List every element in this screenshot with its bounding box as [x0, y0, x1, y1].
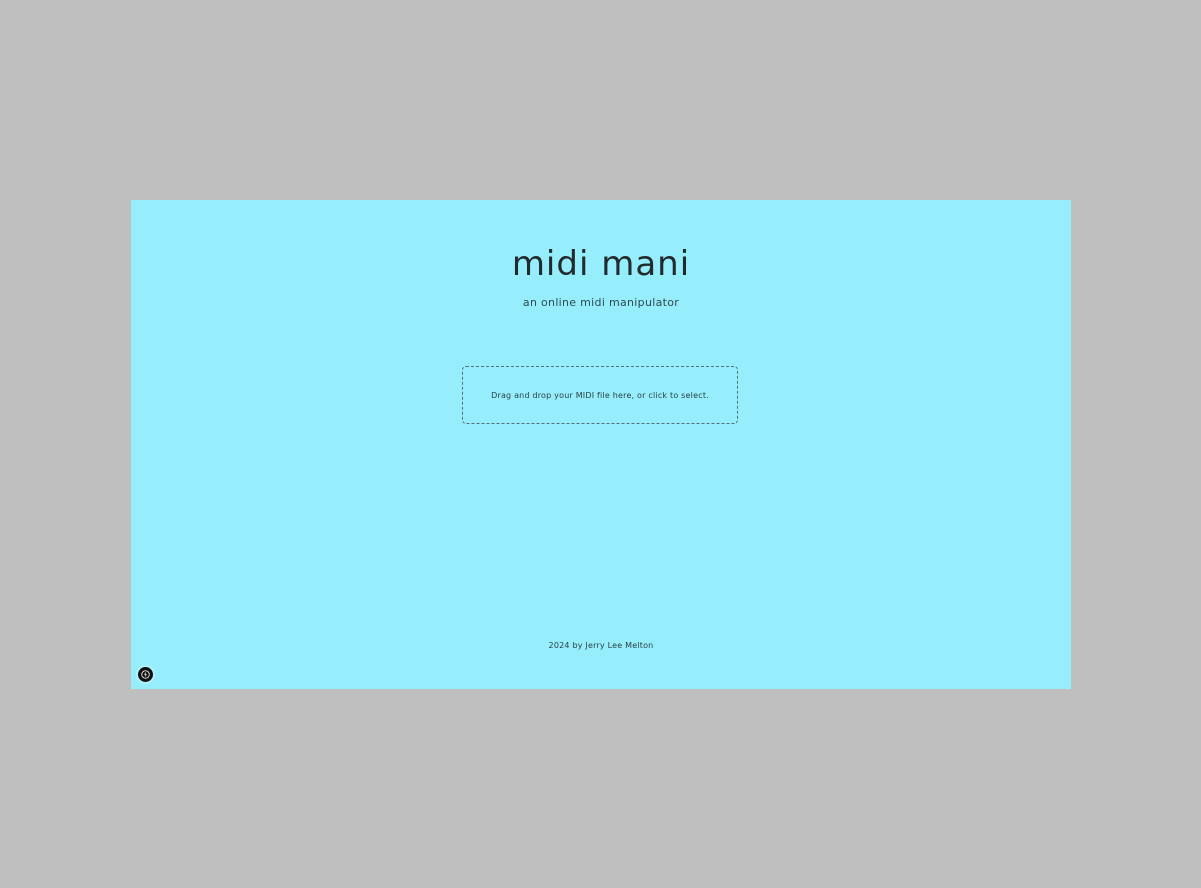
- app-viewport: midi mani an online midi manipulator Dra…: [131, 200, 1071, 689]
- dropzone-prompt: Drag and drop your MIDI file here, or cl…: [491, 390, 709, 400]
- dev-tools-badge[interactable]: [138, 667, 153, 682]
- page-subtitle: an online midi manipulator: [522, 296, 680, 309]
- page-title: midi mani: [511, 244, 691, 284]
- footer-credit: 2024 by Jerry Lee Melton: [548, 641, 654, 650]
- lightning-bolt-icon: [141, 670, 150, 679]
- midi-file-dropzone[interactable]: Drag and drop your MIDI file here, or cl…: [462, 366, 738, 424]
